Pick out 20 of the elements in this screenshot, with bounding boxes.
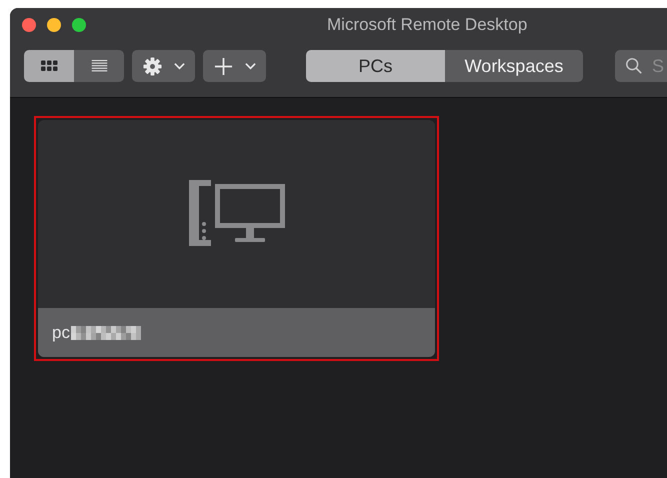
tab[interactable]: Workspaces — [445, 50, 583, 82]
caret-icon — [174, 62, 184, 70]
pc-name: pc — [52, 322, 70, 342]
window-title: Microsoft Remote Desktop — [327, 15, 528, 35]
minimize-button[interactable] — [47, 18, 61, 32]
settings-icon — [142, 56, 162, 76]
settings-menu-button[interactable] — [132, 50, 195, 82]
search-icon — [625, 57, 643, 75]
list-icon — [90, 60, 108, 72]
pc-tile[interactable]: pc — [34, 116, 439, 361]
computer-icon — [188, 180, 284, 248]
plus-icon — [214, 56, 232, 76]
list-view-button[interactable] — [74, 50, 124, 82]
close-button[interactable] — [22, 18, 36, 32]
caret-icon — [244, 62, 256, 70]
grid-view-button[interactable] — [24, 50, 74, 82]
zoom-button[interactable] — [72, 18, 86, 32]
tab[interactable]: PCs — [306, 50, 445, 82]
grid-icon — [40, 60, 58, 72]
add-menu-button[interactable] — [203, 50, 266, 82]
